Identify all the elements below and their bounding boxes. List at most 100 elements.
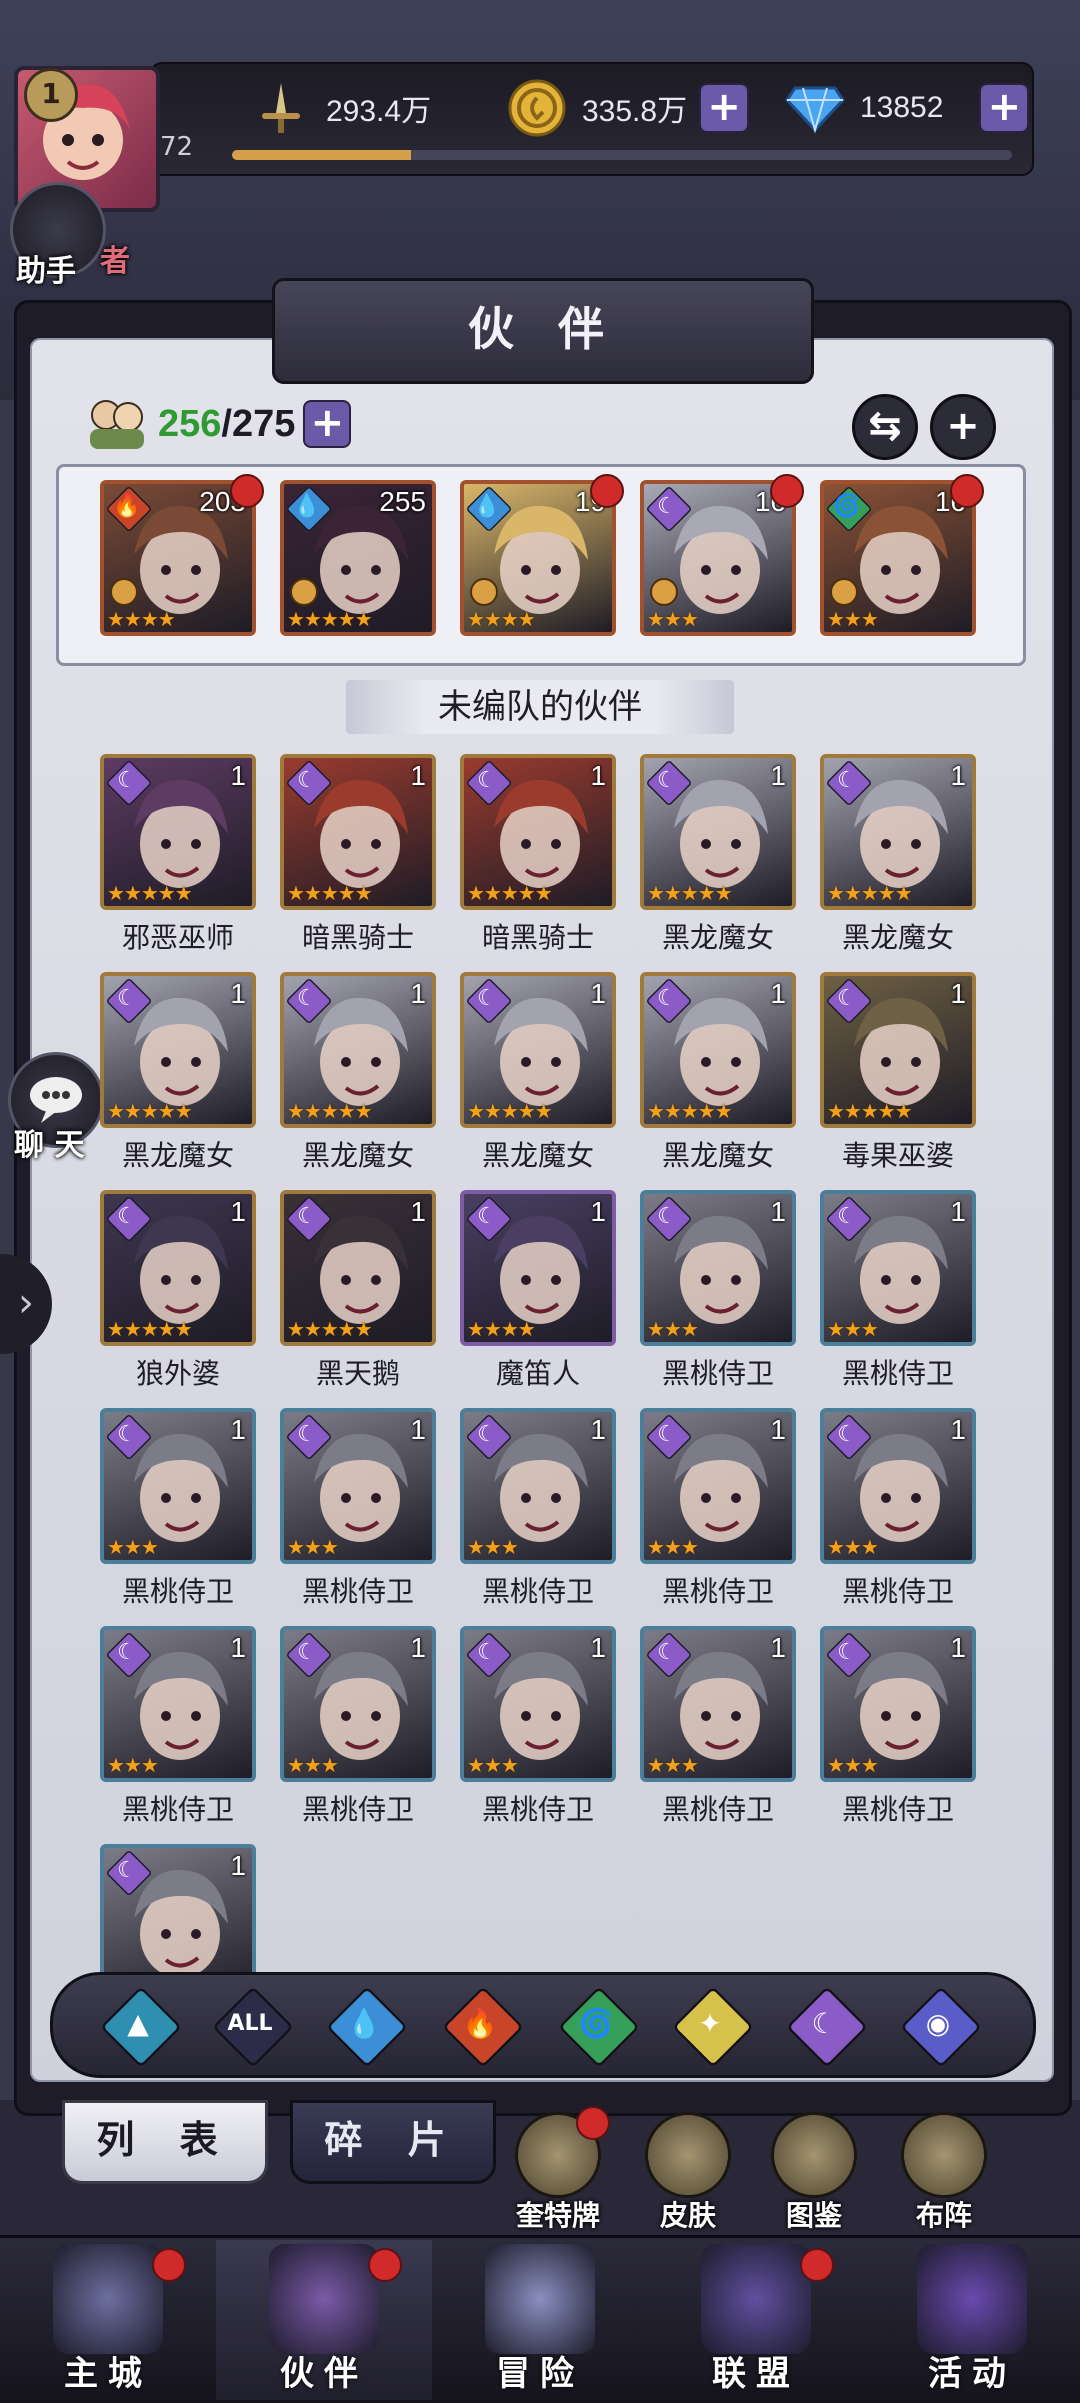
hero-level: 255 xyxy=(379,486,426,517)
dark-element-icon: ☾ xyxy=(837,1640,857,1665)
hero-card[interactable]: ☾ 1 ★★★★★ 黑龙魔女 xyxy=(820,754,976,956)
hero-card[interactable]: ☾ 1 ★★★★★ 狼外婆 xyxy=(100,1190,256,1392)
hero-card[interactable]: ☾ 1 ★★★★★ 黑龙魔女 xyxy=(100,972,256,1174)
hero-card[interactable]: ☾ 1 ★★★★★ 黑龙魔女 xyxy=(640,754,796,956)
hero-name: 暗黑骑士 xyxy=(481,921,594,954)
hero-card[interactable]: ☾ 1 ★★★ 黑桃侍卫 xyxy=(820,1190,976,1392)
swap-button[interactable]: ⇆ xyxy=(852,394,918,460)
hero-card[interactable]: ☾ 1 ★★★ 黑桃侍卫 xyxy=(820,1626,976,1828)
hero-card[interactable]: ☾ 16 ★★★ xyxy=(640,474,804,636)
tab-list[interactable]: 列 表 xyxy=(62,2100,268,2184)
hero-card[interactable]: ☾ 1 ★★★ 黑桃侍卫 xyxy=(100,1626,256,1828)
page-title: 伙 伴 xyxy=(272,278,814,384)
hero-name: 黑桃侍卫 xyxy=(841,1575,954,1608)
tool-button[interactable]: 皮肤 xyxy=(638,2112,738,2232)
hero-card[interactable]: ☾ 1 ★★★ 黑桃侍卫 xyxy=(280,1408,436,1610)
dark-element-icon: ☾ xyxy=(837,1422,857,1447)
hero-card[interactable]: ☾ 1 ★★★★★ 黑天鹅 xyxy=(280,1190,436,1392)
tool-icon xyxy=(645,2112,731,2198)
filter-wind[interactable]: 🌀 xyxy=(558,1986,640,2068)
hero-card[interactable]: ☾ 1 ★★★ 黑桃侍卫 xyxy=(460,1626,616,1828)
nav-icon xyxy=(53,2244,163,2354)
dark-element-icon: ☾ xyxy=(117,986,137,1011)
tab-shards[interactable]: 碎 片 xyxy=(290,2100,496,2184)
hero-name: 黑桃侍卫 xyxy=(661,1357,774,1390)
rank-medal-icon xyxy=(470,578,498,606)
hero-card[interactable]: ☾ 1 ★★★ 黑桃侍卫 xyxy=(280,1626,436,1828)
hero-card[interactable]: ☾ 1 ★★★★ 魔笛人 xyxy=(460,1190,616,1392)
hero-stars: ★★★ xyxy=(647,607,699,631)
hero-stars: ★★★★★ xyxy=(107,1099,193,1123)
hero-stars: ★★★★★ xyxy=(467,1099,553,1123)
gold-value: 335.8万 xyxy=(582,95,688,128)
filter-water[interactable]: 💧 xyxy=(326,1986,408,2068)
filter-earth[interactable]: ▲ xyxy=(100,1986,182,2068)
hero-stars: ★★★ xyxy=(827,607,879,631)
dark-icon: ☾ xyxy=(811,2007,837,2040)
dark-element-icon: ☾ xyxy=(117,768,137,793)
hero-level: 1 xyxy=(230,1414,246,1445)
hero-level: 1 xyxy=(770,1632,786,1663)
add-button[interactable]: + xyxy=(930,394,996,460)
dark-element-icon: ☾ xyxy=(837,986,857,1011)
hero-card[interactable]: ☾ 1 ★★★ 黑桃侍卫 xyxy=(640,1626,796,1828)
hero-name: 黑桃侍卫 xyxy=(121,1793,234,1826)
tool-button[interactable]: 奎特牌 xyxy=(508,2106,610,2232)
wind-element-icon: 🌀 xyxy=(833,494,861,519)
filter-all[interactable]: ALL xyxy=(212,1986,294,2068)
hero-portrait: ☾ 16 ★★★ xyxy=(640,480,796,636)
hero-card[interactable]: ☾ 1 ★★★ 黑桃侍卫 xyxy=(640,1408,796,1610)
hero-card[interactable]: ☾ 1 ★★★★★ 毒果巫婆 xyxy=(820,972,976,1174)
fire-icon: 🔥 xyxy=(462,2007,498,2040)
filter-light[interactable]: ✦ xyxy=(672,1986,754,2068)
hero-card[interactable]: ☾ 1 ★★★★★ 邪恶巫师 xyxy=(100,754,256,956)
hero-card[interactable]: ☾ 1 ★★★ 黑桃侍卫 xyxy=(640,1190,796,1392)
hero-stars: ★★★ xyxy=(287,1535,339,1559)
hero-card[interactable]: ☾ 1 ★★★ 黑桃侍卫 xyxy=(820,1408,976,1610)
add-diamond-button[interactable]: + xyxy=(979,83,1030,133)
hero-card[interactable]: ☾ 1 ★★★★★ 暗黑骑士 xyxy=(460,754,616,956)
hero-name: 黑桃侍卫 xyxy=(301,1793,414,1826)
nav-item[interactable]: 伙伴 xyxy=(216,2240,432,2400)
hero-stars: ★★★★ xyxy=(467,607,536,631)
hero-card[interactable]: 💧 255 ★★★★★ xyxy=(280,480,436,636)
tool-button[interactable]: 布阵 xyxy=(894,2112,994,2232)
hero-stars: ★★★★★ xyxy=(107,1317,193,1341)
tool-button[interactable]: 图鉴 xyxy=(764,2112,864,2232)
hero-card[interactable]: ☾ 1 ★★★★★ 黑龙魔女 xyxy=(280,972,436,1174)
hero-portrait: ☾ 1 ★★★★ xyxy=(460,1190,616,1346)
diamond-icon xyxy=(784,77,846,139)
hero-card[interactable]: ☾ 1 ★★★ 黑桃侍卫 xyxy=(100,1408,256,1610)
hero-card[interactable]: ☾ 1 ★★★★★ 黑龙魔女 xyxy=(460,972,616,1174)
tool-icon xyxy=(901,2112,987,2198)
hero-portrait: ☾ 1 ★★★ xyxy=(820,1626,976,1782)
hero-stars: ★★★ xyxy=(107,1535,159,1559)
combat-power: 293.4万 xyxy=(250,78,431,138)
rank-medal-icon xyxy=(110,578,138,606)
hero-card[interactable]: ☾ 1 ★★★★★ 暗黑骑士 xyxy=(280,754,436,956)
expand-capacity-button[interactable]: + xyxy=(303,400,352,448)
nav-item[interactable]: 冒险 xyxy=(432,2240,648,2400)
nav-item[interactable]: 联盟 xyxy=(648,2240,864,2400)
nav-item[interactable]: 主城 xyxy=(0,2240,216,2400)
hero-portrait: 💧 255 ★★★★★ xyxy=(280,480,436,636)
hero-card[interactable]: ☾ 1 ★★★ 黑桃侍卫 xyxy=(460,1408,616,1610)
hero-name: 黑龙魔女 xyxy=(301,1139,414,1172)
tool-label: 皮肤 xyxy=(659,2199,716,2232)
element-filter-bar xyxy=(50,1972,1036,2078)
hero-level: 1 xyxy=(770,1414,786,1445)
nav-icon xyxy=(269,2244,379,2354)
hero-name: 黑龙魔女 xyxy=(481,1139,594,1172)
hero-name: 黑桃侍卫 xyxy=(481,1575,594,1608)
filter-fire[interactable]: 🔥 xyxy=(442,1986,524,2068)
dark-element-icon: ☾ xyxy=(297,1640,317,1665)
hero-card[interactable]: ☾ 1 ★★★★★ 黑龙魔女 xyxy=(640,972,796,1174)
filter-dark[interactable]: ☾ xyxy=(786,1986,868,2068)
hero-card[interactable]: 🔥 203 ★★★★ xyxy=(100,474,264,636)
nav-item[interactable]: 活动 xyxy=(864,2240,1080,2400)
add-gold-button[interactable]: + xyxy=(699,83,750,133)
hero-portrait: ☾ 1 ★★★★★ xyxy=(460,972,616,1128)
hero-card[interactable]: 💧 19 ★★★★ xyxy=(460,474,624,636)
hero-card[interactable]: 🌀 16 ★★★ xyxy=(820,474,984,636)
filter-space[interactable]: ◉ xyxy=(900,1986,982,2068)
